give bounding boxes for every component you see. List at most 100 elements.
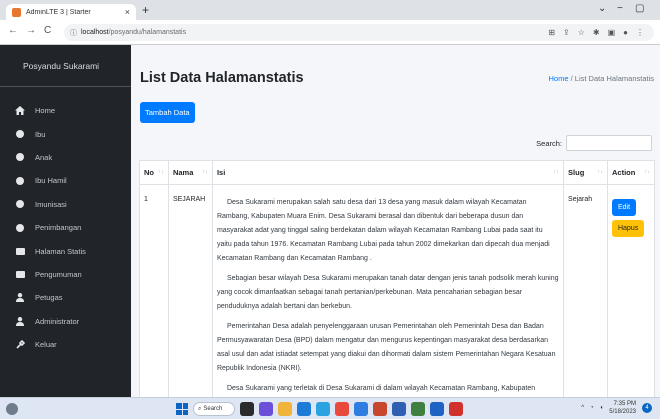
tab-title: AdminLTE 3 | Starter xyxy=(26,8,91,16)
weather-icon[interactable] xyxy=(6,403,18,415)
column-header-nama[interactable]: Nama ↑↓ xyxy=(167,160,213,185)
edge-icon[interactable] xyxy=(297,402,311,416)
isi-paragraph: Pemerintahan Desa adalah penyelenggaraan… xyxy=(216,323,556,372)
sidebar-item-ibu[interactable]: Ibu xyxy=(0,122,131,145)
site-info-icon[interactable]: ⓘ xyxy=(70,28,77,38)
store-icon[interactable] xyxy=(316,402,330,416)
browser-tab[interactable]: AdminLTE 3 | Starter × xyxy=(6,4,136,20)
profile-icon[interactable]: ● xyxy=(623,28,628,37)
home-icon xyxy=(13,106,27,116)
search-label: Search: xyxy=(536,138,562,148)
search-input[interactable] xyxy=(566,135,652,151)
table-search: Search: xyxy=(536,135,652,151)
volume-icon[interactable]: ◖ xyxy=(600,405,604,411)
new-tab-button[interactable]: + xyxy=(142,3,149,17)
sort-icon: ↑↓ xyxy=(202,169,208,175)
chat-icon[interactable] xyxy=(259,402,273,416)
sort-icon: ↑↓ xyxy=(553,169,560,175)
column-header-action[interactable]: Action ↑↓ xyxy=(606,160,656,185)
cell-no: 1 xyxy=(139,184,169,397)
sidebar-item-anak[interactable]: Anak xyxy=(0,146,131,169)
sidepanel-icon[interactable]: ▣ xyxy=(608,28,616,37)
system-tray: ^ ◔ ◖ 7:35 PM 5/18/2023 4 xyxy=(581,400,652,416)
add-data-button[interactable]: Tambah Data xyxy=(140,102,195,123)
maximize-button[interactable]: ▢ xyxy=(635,3,644,14)
sidebar-item-halaman-statis[interactable]: Halaman Statis xyxy=(0,239,131,262)
taskbar-search[interactable]: ⌕ Search xyxy=(193,402,235,416)
sidebar-menu: Home Ibu Anak Ibu Hamil Imunisasi Penimb… xyxy=(0,87,131,356)
list-icon xyxy=(13,247,27,255)
column-header-no[interactable]: No ↑↓ xyxy=(139,160,169,185)
cell-slug: Sejarah xyxy=(563,184,608,397)
clock[interactable]: 7:35 PM 5/18/2023 xyxy=(609,400,636,416)
excel-icon[interactable] xyxy=(411,402,425,416)
sidebar-item-petugas[interactable]: Petugas xyxy=(0,286,131,309)
acrobat-icon[interactable] xyxy=(449,402,463,416)
vscode-icon[interactable] xyxy=(354,402,368,416)
table-row: 1 SEJARAH Desa Sukarami merupakan salah … xyxy=(139,184,656,397)
breadcrumb: Home / List Data Halamanstatis xyxy=(549,74,655,83)
start-button[interactable] xyxy=(176,403,188,415)
extensions-icon[interactable]: ✱ xyxy=(593,28,600,37)
isi-paragraph: Desa Sukarami merupakan salah satu desa … xyxy=(216,199,550,262)
word-icon[interactable] xyxy=(392,402,406,416)
column-header-slug[interactable]: Slug ↑↓ xyxy=(563,160,608,185)
xampp-icon[interactable] xyxy=(373,402,387,416)
forward-button[interactable]: → xyxy=(26,25,36,36)
back-button[interactable]: ← xyxy=(8,25,18,36)
cell-action: Edit Hapus xyxy=(606,184,656,397)
breadcrumb-separator: / xyxy=(570,74,573,83)
sidebar-item-label: Pengumuman xyxy=(35,269,82,279)
search-icon: ⌕ xyxy=(198,405,202,412)
minimize-button[interactable]: − xyxy=(617,3,623,14)
column-header-isi[interactable]: Isi ↑↓ xyxy=(211,160,565,185)
sidebar-item-home[interactable]: Home xyxy=(0,99,131,122)
share-icon[interactable]: ⇪ xyxy=(563,28,570,37)
file-explorer-icon[interactable] xyxy=(278,402,292,416)
circle-icon xyxy=(13,176,27,185)
circle-icon xyxy=(13,153,27,162)
chrome-icon[interactable] xyxy=(335,402,349,416)
sidebar: Posyandu Sukarami Home Ibu Anak Ibu Hami… xyxy=(0,45,131,397)
sidebar-item-pengumuman[interactable]: Pengumuman xyxy=(0,263,131,286)
browser-toolbar: ← → C ⓘ localhost /posyandu/halamanstati… xyxy=(0,20,660,45)
page-title: List Data Halamanstatis xyxy=(140,70,304,86)
sort-icon: ↑↓ xyxy=(597,169,603,175)
delete-button[interactable]: Hapus xyxy=(611,220,645,237)
sidebar-item-label: Keluar xyxy=(35,340,57,350)
settings-icon[interactable] xyxy=(430,402,444,416)
user-icon xyxy=(13,316,27,326)
notification-badge[interactable]: 4 xyxy=(642,403,652,413)
breadcrumb-current: List Data Halamanstatis xyxy=(574,74,654,83)
sort-icon: ↑↓ xyxy=(158,169,164,175)
list-icon xyxy=(13,270,27,278)
brand-text: Posyandu Sukarami xyxy=(23,60,100,71)
breadcrumb-home-link[interactable]: Home xyxy=(549,74,569,83)
favicon-icon xyxy=(12,7,21,17)
sidebar-item-ibu-hamil[interactable]: Ibu Hamil xyxy=(0,169,131,192)
reload-button[interactable]: C xyxy=(44,25,51,36)
tab-close-icon[interactable]: × xyxy=(125,7,130,17)
chevron-up-icon[interactable]: ^ xyxy=(581,405,584,411)
menu-icon[interactable]: ⋮ xyxy=(636,28,644,37)
tab-search-icon[interactable]: ⌄ xyxy=(598,3,606,14)
taskbar-apps xyxy=(240,402,463,416)
url-path: /posyandu/halamanstatis xyxy=(108,29,187,36)
sidebar-item-label: Imunisasi xyxy=(35,199,67,209)
sidebar-item-label: Ibu xyxy=(35,129,46,139)
taskbar-search-label: Search xyxy=(203,406,223,412)
bookmark-star-icon[interactable]: ☆ xyxy=(578,28,585,37)
task-view-icon[interactable] xyxy=(240,402,254,416)
sidebar-item-penimbangan[interactable]: Penimbangan xyxy=(0,216,131,239)
address-bar[interactable]: ⓘ localhost /posyandu/halamanstatis ⊞ ⇪ … xyxy=(64,24,654,41)
translate-icon[interactable]: ⊞ xyxy=(548,28,555,37)
edit-button[interactable]: Edit xyxy=(611,199,637,216)
sidebar-item-keluar[interactable]: Keluar xyxy=(0,333,131,356)
brand-link[interactable]: Posyandu Sukarami xyxy=(0,45,131,87)
sidebar-item-label: Petugas xyxy=(35,293,63,303)
sidebar-item-imunisasi[interactable]: Imunisasi xyxy=(0,193,131,216)
sidebar-item-label: Anak xyxy=(35,152,53,162)
sidebar-item-administrator[interactable]: Administrator xyxy=(0,310,131,333)
wifi-icon[interactable]: ◔ xyxy=(590,405,594,411)
browser-tab-bar: AdminLTE 3 | Starter × + ⌄ − ▢ xyxy=(0,0,660,20)
